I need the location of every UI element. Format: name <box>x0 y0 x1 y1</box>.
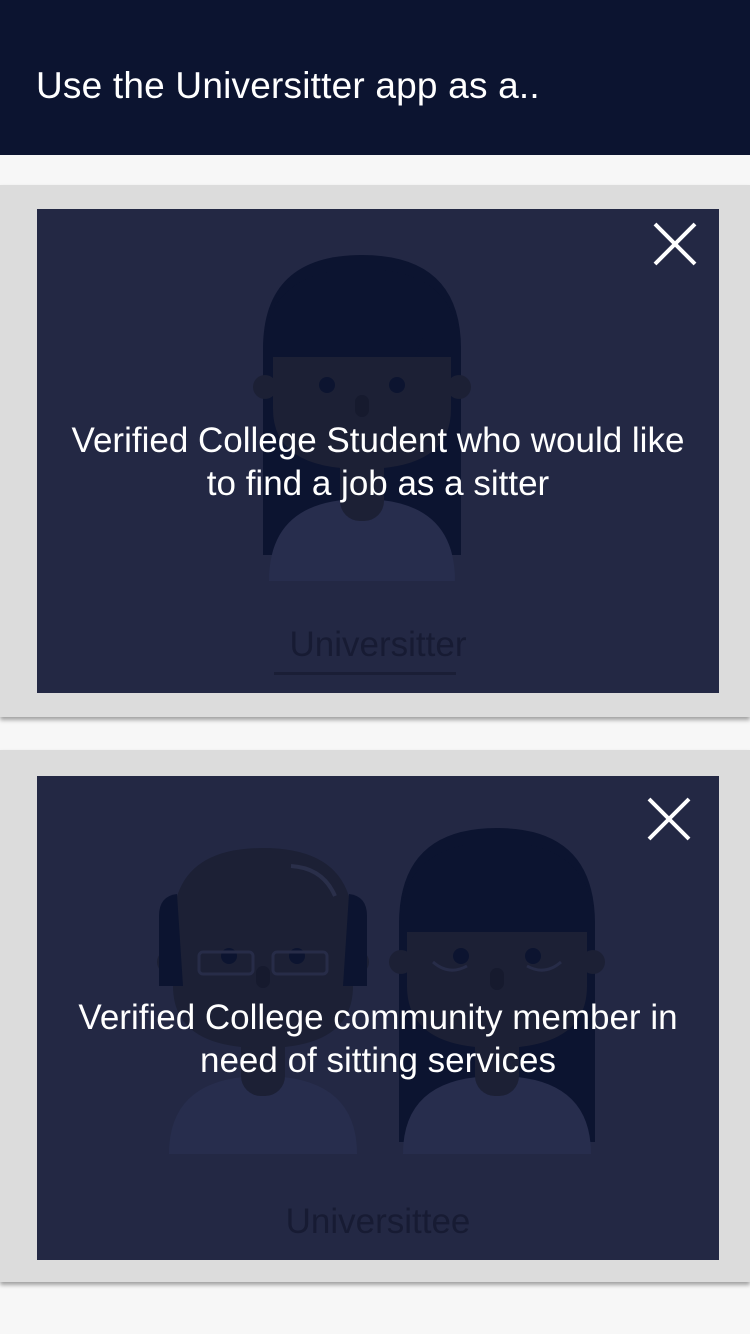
role-card-universitter[interactable]: Universitter Verified College Student wh… <box>0 185 750 717</box>
role-label-universitter: Universitter <box>289 625 467 664</box>
role-card-universittee[interactable]: Universittee Verified College community … <box>0 750 750 1282</box>
close-icon[interactable] <box>642 792 696 846</box>
role-description: Verified College community member in nee… <box>78 998 678 1080</box>
role-panel[interactable]: Universitter Verified College Student wh… <box>37 209 719 693</box>
role-description: Verified College Student who would like … <box>71 421 685 503</box>
page-title: Use the Universitter app as a.. <box>36 65 540 106</box>
app-header: Use the Universitter app as a.. <box>0 0 750 155</box>
close-icon[interactable] <box>648 217 702 271</box>
role-panel[interactable]: Universittee Verified College community … <box>37 776 719 1260</box>
role-underline <box>274 672 456 675</box>
role-label-universittee: Universittee <box>285 1202 471 1241</box>
